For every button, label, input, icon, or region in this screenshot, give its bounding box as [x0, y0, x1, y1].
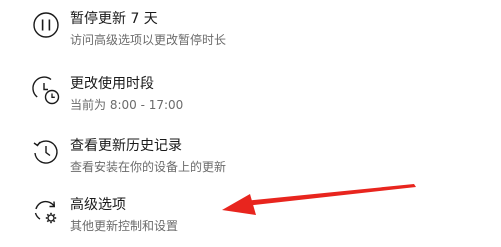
clock-schedule-icon: [29, 73, 63, 107]
pause-updates-option[interactable]: 暂停更新 7 天 访问高级选项以更改暂停时长: [0, 0, 501, 56]
update-history-description: 查看安装在你的设备上的更新: [70, 160, 227, 174]
pause-icon: [29, 8, 63, 42]
advanced-options-option[interactable]: 高级选项 其他更新控制和设置: [0, 186, 501, 242]
active-hours-option[interactable]: 更改使用时段 当前为 8:00 - 17:00: [0, 65, 501, 121]
advanced-options-title: 高级选项: [70, 197, 126, 213]
update-history-title: 查看更新历史记录: [70, 138, 182, 154]
history-icon: [29, 135, 63, 169]
advanced-options-description: 其他更新控制和设置: [70, 219, 179, 233]
active-hours-description: 当前为 8:00 - 17:00: [70, 98, 184, 112]
update-history-option[interactable]: 查看更新历史记录 查看安装在你的设备上的更新: [0, 127, 501, 183]
active-hours-title: 更改使用时段: [70, 76, 154, 92]
advanced-settings-icon: [29, 194, 63, 228]
pause-updates-description: 访问高级选项以更改暂停时长: [70, 33, 227, 47]
pause-updates-title: 暂停更新 7 天: [70, 11, 158, 27]
